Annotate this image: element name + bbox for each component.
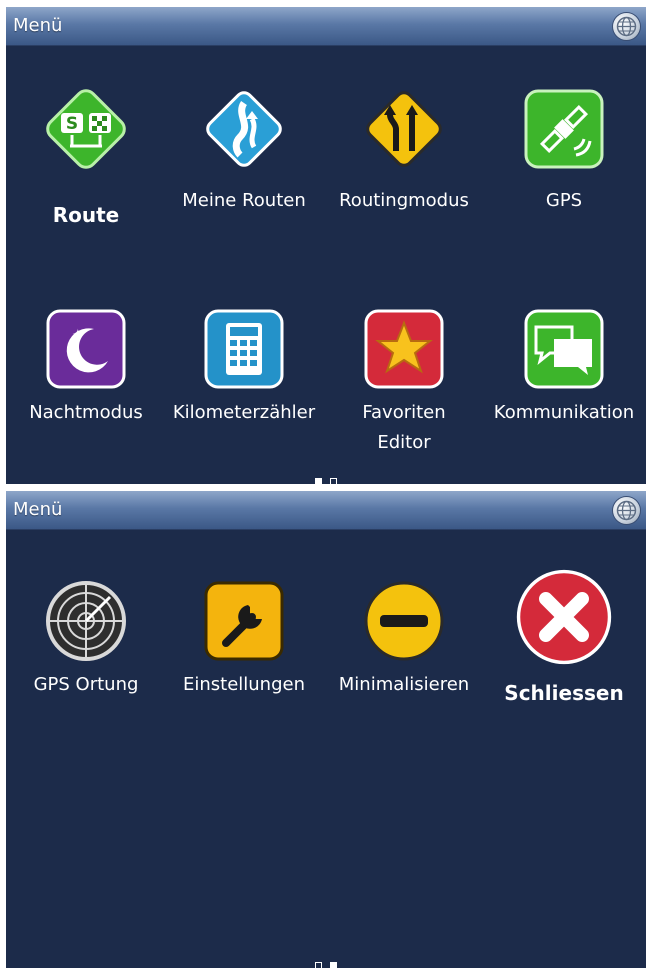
menu-item-label: Meine Routen <box>182 190 306 211</box>
menu-item-settings[interactable]: Einstellungen <box>164 577 324 737</box>
my-routes-icon <box>200 85 288 173</box>
page-dot-1[interactable] <box>315 962 322 968</box>
menu-item-label: Routingmodus <box>339 190 469 211</box>
menu-title: Menü <box>13 499 63 520</box>
page-dot-2[interactable] <box>330 478 337 484</box>
menu-title: Menü <box>13 15 63 36</box>
page-dot-1-active[interactable] <box>315 478 322 484</box>
menu-item-label: Kilometerzähler <box>172 402 316 423</box>
svg-text:S: S <box>66 114 78 134</box>
menu-item-label-line1: Favoriten <box>362 402 446 423</box>
odometer-calculator-icon <box>200 305 288 393</box>
routing-mode-icon <box>360 85 448 173</box>
menu-item-communication[interactable]: Kommunikation <box>484 305 644 465</box>
route-icon: S <box>42 85 130 173</box>
close-x-icon <box>514 567 614 667</box>
menu-item-night-mode[interactable]: ✦ Nachtmodus <box>6 305 166 465</box>
minimize-icon <box>360 577 448 665</box>
menu-item-gps-locate[interactable]: GPS Ortung <box>6 577 166 737</box>
menu-item-minimize[interactable]: Minimalisieren <box>324 577 484 737</box>
title-bar: Menü <box>6 7 646 46</box>
menu-item-label: Einstellungen <box>182 674 306 695</box>
menu-item-label: Nachtmodus <box>29 402 143 423</box>
menu-item-close[interactable]: Schliessen <box>484 567 644 727</box>
menu-item-label: Kommunikation <box>493 402 635 423</box>
globe-icon[interactable] <box>613 13 640 40</box>
menu-panel-page-1: Menü S Route Meine Routen Routingmodus G… <box>6 7 646 484</box>
gps-satellite-icon <box>520 85 608 173</box>
menu-item-label: Route <box>52 203 120 227</box>
menu-item-odometer[interactable]: Kilometerzähler <box>164 305 324 465</box>
menu-item-label: Schliessen <box>504 681 624 705</box>
title-bar: Menü <box>6 491 646 530</box>
settings-wrench-icon <box>200 577 288 665</box>
menu-item-label: GPS Ortung <box>33 674 139 695</box>
page-dot-2-active[interactable] <box>330 962 337 968</box>
menu-item-route[interactable]: S Route <box>6 85 166 245</box>
menu-item-routing-mode[interactable]: Routingmodus <box>324 85 484 245</box>
menu-item-favorites-editor[interactable]: Favoriten Editor <box>324 305 484 465</box>
svg-text:✦: ✦ <box>72 327 84 343</box>
page-indicator <box>311 954 341 968</box>
menu-item-label: Minimalisieren <box>338 674 470 695</box>
gps-radar-icon <box>42 577 130 665</box>
menu-item-gps[interactable]: GPS <box>484 85 644 245</box>
menu-item-label-line2: Editor <box>377 432 431 453</box>
globe-icon[interactable] <box>613 497 640 524</box>
night-mode-moon-icon: ✦ <box>42 305 130 393</box>
communication-chat-icon <box>520 305 608 393</box>
menu-panel-page-2: Menü GPS Ortung Einstellungen Minimalisi… <box>6 491 646 968</box>
menu-item-my-routes[interactable]: Meine Routen <box>164 85 324 245</box>
favorites-star-icon <box>360 305 448 393</box>
page-indicator <box>311 470 341 484</box>
menu-item-label: GPS <box>545 190 583 211</box>
